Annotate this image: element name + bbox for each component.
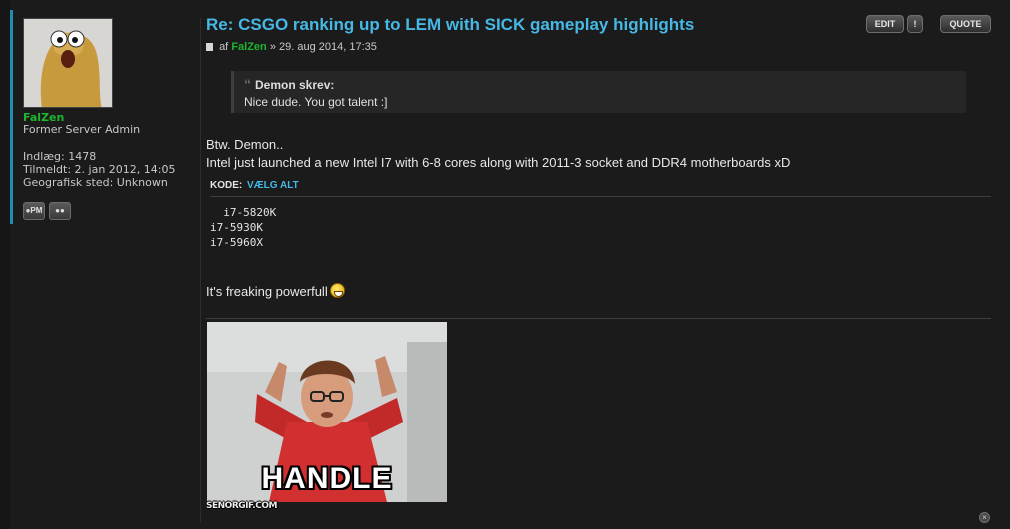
profile-joined: Tilmeldt: 2. jan 2012, 14:05 xyxy=(23,163,176,176)
pm-label: PM xyxy=(30,206,43,215)
profile-stats: Indlæg: 1478 Tilmeldt: 2. jan 2012, 14:0… xyxy=(23,150,175,189)
code-header: KODE: VÆLG ALT xyxy=(210,180,299,191)
gif-watermark: SENORGIF.COM xyxy=(206,501,277,511)
embedded-gif[interactable]: HANDLE xyxy=(207,322,447,502)
edit-button[interactable]: EDIT xyxy=(866,15,904,33)
post-meta: af FalZen » 29. aug 2014, 17:35 xyxy=(206,41,377,53)
user-profile-panel: FalZen Former Server Admin Indlæg: 1478 … xyxy=(10,10,190,224)
image-divider xyxy=(206,318,991,319)
post-icon[interactable] xyxy=(206,43,213,51)
select-all-link[interactable]: VÆLG ALT xyxy=(247,180,299,191)
quote-label: QUOTE xyxy=(949,19,982,29)
code-label: KODE: xyxy=(210,180,243,191)
avatar-image xyxy=(24,19,112,107)
profile-rank: Former Server Admin xyxy=(23,123,141,136)
code-divider xyxy=(210,196,991,197)
quote-block: “ Demon skrev: Nice dude. You got talent … xyxy=(231,71,966,113)
post-title[interactable]: Re: CSGO ranking up to LEM with SICK gam… xyxy=(206,15,694,35)
post-text-line: Intel just launched a new Intel I7 with … xyxy=(206,155,791,170)
post-text-line: It's freaking powerfull xyxy=(206,283,345,299)
quote-text: Nice dude. You got talent :] xyxy=(244,95,388,109)
avatar[interactable] xyxy=(23,18,113,108)
post-text-line: Btw. Demon.. xyxy=(206,137,284,152)
laughing-smiley-icon xyxy=(329,283,345,298)
post-author[interactable]: FalZen xyxy=(231,41,266,53)
quote-header: “ Demon skrev: xyxy=(244,76,334,92)
quote-button[interactable]: QUOTE xyxy=(940,15,991,33)
gif-caption: HANDLE xyxy=(261,462,393,495)
edit-label: EDIT xyxy=(874,19,896,29)
column-divider xyxy=(200,18,201,523)
friends-button[interactable]: ●● xyxy=(49,202,71,220)
quote-mark-icon: “ xyxy=(244,76,251,92)
profile-posts: Indlæg: 1478 xyxy=(23,150,97,163)
post-text: It's freaking powerfull xyxy=(206,284,328,299)
profile-location: Geografisk sted: Unknown xyxy=(23,176,168,189)
report-label: ! xyxy=(913,19,917,29)
pm-button[interactable]: ●PM xyxy=(23,202,45,220)
users-icon: ●● xyxy=(55,206,65,215)
post-date: » 29. aug 2014, 17:35 xyxy=(269,41,377,53)
meta-prefix: af xyxy=(219,41,229,53)
code-block[interactable]: i7-5820K i7-5930K i7-5960X xyxy=(210,205,276,250)
close-icon[interactable]: × xyxy=(979,512,990,523)
quote-author: Demon skrev: xyxy=(255,78,335,92)
report-button[interactable]: ! xyxy=(907,15,923,33)
